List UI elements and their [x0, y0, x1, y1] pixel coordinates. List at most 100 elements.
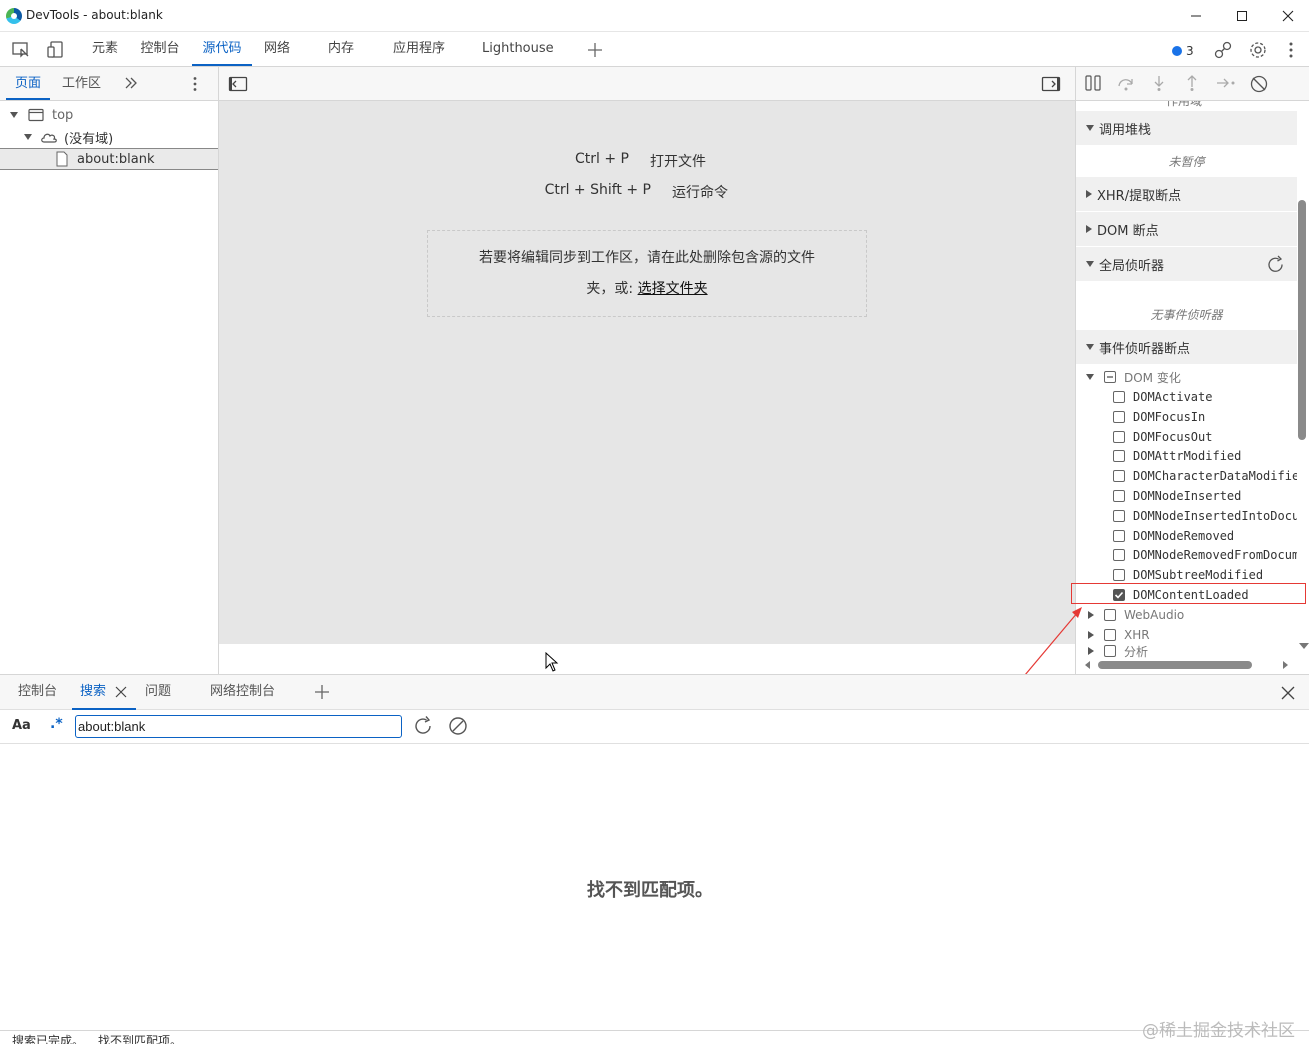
tab-lighthouse[interactable]: Lighthouse	[482, 32, 554, 66]
drawer-tab-search[interactable]: 搜索	[72, 675, 136, 710]
event-name: DOMCharacterDataModified	[1133, 469, 1297, 484]
event-group-xhr[interactable]: XHR	[1076, 625, 1297, 645]
vertical-scrollbar[interactable]	[1298, 200, 1306, 440]
event-breakpoint-row[interactable]: DOMNodeInserted	[1076, 486, 1297, 506]
dom-mutation-group[interactable]: DOM 变化	[1076, 367, 1297, 387]
tree-item-domain[interactable]: (没有域)	[0, 126, 218, 148]
tab-page[interactable]: 页面	[6, 67, 50, 100]
event-group-webaudio[interactable]: WebAudio	[1076, 605, 1297, 625]
shortcut-desc: 运行命令	[672, 185, 728, 201]
pause-button[interactable]	[1084, 74, 1102, 92]
workspace-drop-zone[interactable]: 若要将编辑同步到工作区，请在此处删除包含源的文件 夹，或: 选择文件夹	[427, 230, 867, 317]
event-name: DOMActivate	[1133, 390, 1213, 404]
customize-menu-button[interactable]	[1279, 38, 1303, 62]
checkbox[interactable]	[1104, 629, 1116, 641]
horizontal-scrollbar[interactable]	[1098, 661, 1252, 669]
scroll-right-icon	[1283, 661, 1288, 669]
tab-application[interactable]: 应用程序	[390, 32, 448, 66]
event-breakpoint-row[interactable]: DOMFocusOut	[1076, 427, 1297, 447]
checkbox[interactable]	[1104, 645, 1116, 657]
tab-memory[interactable]: 内存	[326, 32, 356, 66]
search-status-bar: 搜索已完成。 找不到匹配项。	[0, 1030, 1309, 1044]
checkbox[interactable]	[1113, 410, 1125, 423]
tab-elements[interactable]: 元素	[90, 32, 120, 66]
device-toolbar-button[interactable]	[44, 38, 68, 62]
drawer-tab-network-console[interactable]: 网络控制台	[210, 675, 275, 710]
watermark: @稀土掘金技术社区	[1142, 1021, 1295, 1041]
drawer-tab-issues[interactable]: 问题	[145, 675, 171, 710]
call-stack-header[interactable]: 调用堆栈	[1076, 111, 1297, 145]
tab-sources[interactable]: 源代码	[192, 32, 252, 66]
settings-button[interactable]	[1246, 38, 1270, 62]
event-group-analysis[interactable]: 分析	[1076, 644, 1297, 658]
close-drawer-button[interactable]	[1280, 685, 1296, 701]
checkbox[interactable]	[1104, 609, 1116, 621]
checkbox[interactable]	[1113, 549, 1125, 562]
event-breakpoint-row[interactable]: DOMNodeRemovedFromDocument	[1076, 545, 1297, 565]
chevron-double-right-icon	[125, 77, 137, 89]
close-tab-icon[interactable]	[115, 686, 127, 698]
event-breakpoint-row[interactable]: DOMNodeInsertedIntoDocument	[1076, 506, 1297, 526]
more-tabs-button[interactable]	[123, 75, 139, 91]
select-folder-link[interactable]: 选择文件夹	[638, 281, 708, 297]
tab-console[interactable]: 控制台	[138, 32, 182, 66]
event-breakpoint-row[interactable]: DOMActivate	[1076, 387, 1297, 407]
toggle-navigator-button[interactable]	[228, 75, 248, 93]
tree-item-top[interactable]: top	[0, 104, 218, 126]
step-over-icon	[1118, 79, 1133, 91]
checkbox[interactable]	[1113, 569, 1125, 582]
cloud-icon	[41, 133, 57, 143]
global-listeners-header[interactable]: 全局侦听器	[1076, 247, 1297, 281]
scope-header-partial: 作用域	[1166, 101, 1203, 108]
xhr-breakpoints-header[interactable]: XHR/提取断点	[1076, 177, 1297, 211]
checkbox[interactable]	[1113, 430, 1125, 443]
search-input[interactable]	[75, 715, 402, 738]
event-listener-breakpoints-header[interactable]: 事件侦听器断点	[1076, 330, 1297, 364]
event-breakpoint-row[interactable]: DOMNodeRemoved	[1076, 526, 1297, 546]
debugger-toolbar	[1075, 67, 1309, 101]
close-icon	[1282, 10, 1294, 22]
step-over-button[interactable]	[1117, 74, 1135, 92]
clear-search-button[interactable]	[448, 716, 468, 736]
drawer-tab-console[interactable]: 控制台	[18, 675, 57, 710]
dom-breakpoints-header[interactable]: DOM 断点	[1076, 212, 1297, 246]
deactivate-breakpoints-button[interactable]	[1249, 74, 1269, 94]
step-into-button[interactable]	[1150, 74, 1168, 92]
event-breakpoint-row[interactable]: DOMCharacterDataModified	[1076, 466, 1297, 486]
collapse-arrow-icon	[1086, 225, 1092, 233]
checkbox[interactable]	[1113, 490, 1125, 502]
more-tools-button[interactable]	[583, 38, 607, 62]
issues-badge[interactable]: 3	[1172, 44, 1194, 58]
step-button[interactable]	[1216, 74, 1238, 92]
refresh-search-button[interactable]	[413, 716, 433, 736]
event-breakpoint-row[interactable]: DOMFocusIn	[1076, 407, 1297, 427]
checkbox[interactable]	[1113, 450, 1125, 463]
match-case-button[interactable]: Aa	[12, 718, 31, 733]
expand-arrow-icon	[1086, 261, 1094, 267]
sidebar-left-icon	[228, 76, 248, 92]
add-drawer-tab-button[interactable]	[313, 683, 331, 701]
step-icon	[1217, 78, 1235, 88]
tree-item-file[interactable]: about:blank	[0, 148, 218, 170]
event-name: DOMFocusOut	[1133, 429, 1213, 444]
checkbox[interactable]	[1113, 529, 1125, 542]
checkbox[interactable]	[1113, 509, 1125, 522]
checkbox[interactable]	[1113, 391, 1125, 403]
close-window-button[interactable]	[1265, 0, 1309, 32]
tab-workspace[interactable]: 工作区	[62, 67, 106, 100]
toggle-debugger-button[interactable]	[1041, 75, 1061, 93]
event-breakpoint-row[interactable]: DOMAttrModified	[1076, 446, 1297, 466]
indeterminate-checkbox[interactable]	[1104, 371, 1116, 383]
annotation-highlight-box	[1071, 583, 1306, 604]
inspect-element-button[interactable]	[9, 38, 33, 62]
search-status-done: 搜索已完成。	[12, 1034, 85, 1044]
regex-button[interactable]: .*	[50, 716, 63, 732]
connections-button[interactable]	[1211, 38, 1235, 62]
navigator-menu-button[interactable]	[192, 76, 198, 92]
close-icon	[1281, 686, 1295, 700]
minimize-button[interactable]	[1173, 0, 1219, 32]
tab-network[interactable]: 网络	[262, 32, 292, 66]
step-out-button[interactable]	[1183, 74, 1201, 92]
checkbox[interactable]	[1113, 470, 1125, 483]
maximize-button[interactable]	[1219, 0, 1265, 32]
